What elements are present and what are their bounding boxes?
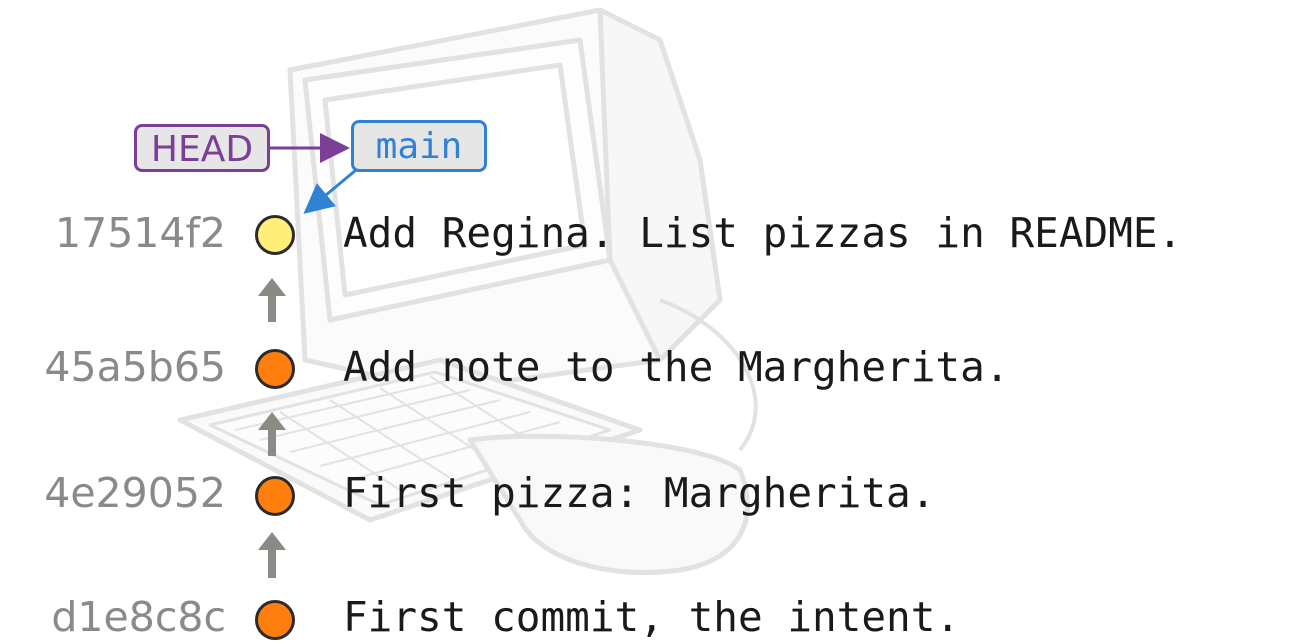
commit-sha: 17514f2 <box>55 209 226 257</box>
commit-message: First commit, the intent. <box>343 593 961 641</box>
commit-sha: d1e8c8c <box>51 593 226 641</box>
branch-ref-label: main <box>351 120 487 172</box>
arrow-up-icon <box>258 278 286 322</box>
parent-link-3 <box>258 532 286 578</box>
commit-message: First pizza: Margherita. <box>343 469 936 517</box>
commit-graph-diagram: HEAD main 17514f2 Add Regina. List pizza… <box>0 0 1315 644</box>
branch-pointer-arrow <box>303 168 357 214</box>
commit-sha: 45a5b65 <box>44 343 226 391</box>
commit-message: Add note to the Margherita. <box>343 343 1010 391</box>
commit-sha: 4e29052 <box>44 469 226 517</box>
commit-node <box>255 215 295 255</box>
commit-node <box>255 600 295 640</box>
commit-message: Add Regina. List pizzas in README. <box>343 209 1183 257</box>
arrow-up-icon <box>258 532 286 578</box>
parent-link-1 <box>258 278 286 322</box>
commit-node <box>255 476 295 516</box>
parent-link-2 <box>258 412 286 456</box>
arrow-up-icon <box>258 412 286 456</box>
computer-icon <box>177 7 758 575</box>
head-ref-label: HEAD <box>134 124 270 172</box>
commit-node <box>255 349 295 389</box>
graph-connectors <box>258 133 357 578</box>
